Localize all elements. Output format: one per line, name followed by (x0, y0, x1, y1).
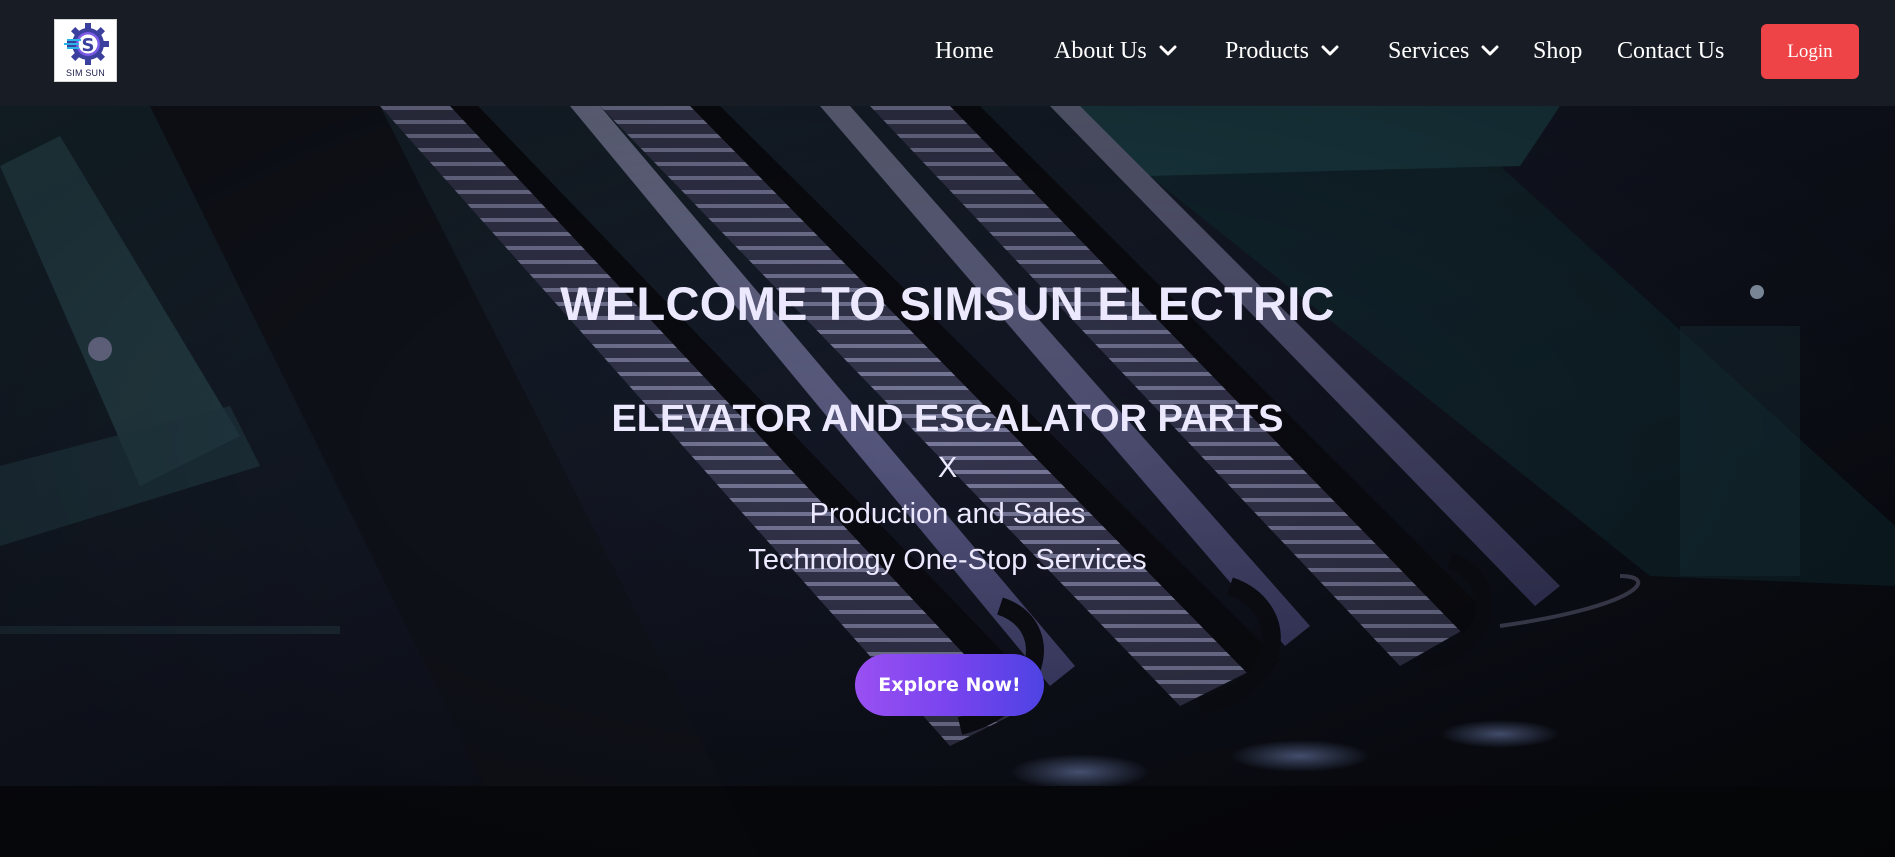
chevron-down-icon (1481, 45, 1499, 56)
chevron-down-icon (1159, 45, 1177, 56)
logo-text: SIM SUN (66, 68, 105, 78)
hero-line-services: Technology One-Stop Services (748, 544, 1147, 576)
hero-separator: X (937, 452, 958, 484)
nav-products-label: Products (1225, 37, 1309, 64)
login-button[interactable]: Login (1761, 24, 1859, 79)
nav-about-label: About Us (1054, 37, 1147, 64)
svg-text:S: S (82, 35, 95, 56)
hero-title: WELCOME TO SIMSUN ELECTRIC (560, 277, 1335, 330)
nav-services-label: Services (1388, 37, 1470, 64)
nav-home-link[interactable]: Home (935, 33, 994, 69)
navbar: S SIM SUN Home About Us Products Service… (0, 0, 1895, 106)
hero-subtitle: ELEVATOR AND ESCALATOR PARTS (611, 398, 1284, 440)
hero-section: WELCOME TO SIMSUN ELECTRIC ELEVATOR AND … (0, 106, 1895, 857)
nav-products-dropdown[interactable]: Products (1225, 33, 1339, 69)
nav-about-dropdown[interactable]: About Us (1054, 33, 1177, 69)
explore-now-button[interactable]: Explore Now! (855, 654, 1044, 716)
site-logo[interactable]: S SIM SUN (54, 19, 117, 82)
nav-shop-link[interactable]: Shop (1533, 33, 1582, 69)
hero-line-production: Production and Sales (809, 498, 1086, 530)
nav-services-dropdown[interactable]: Services (1388, 33, 1499, 69)
nav-contact-link[interactable]: Contact Us (1617, 33, 1724, 69)
chevron-down-icon (1321, 45, 1339, 56)
